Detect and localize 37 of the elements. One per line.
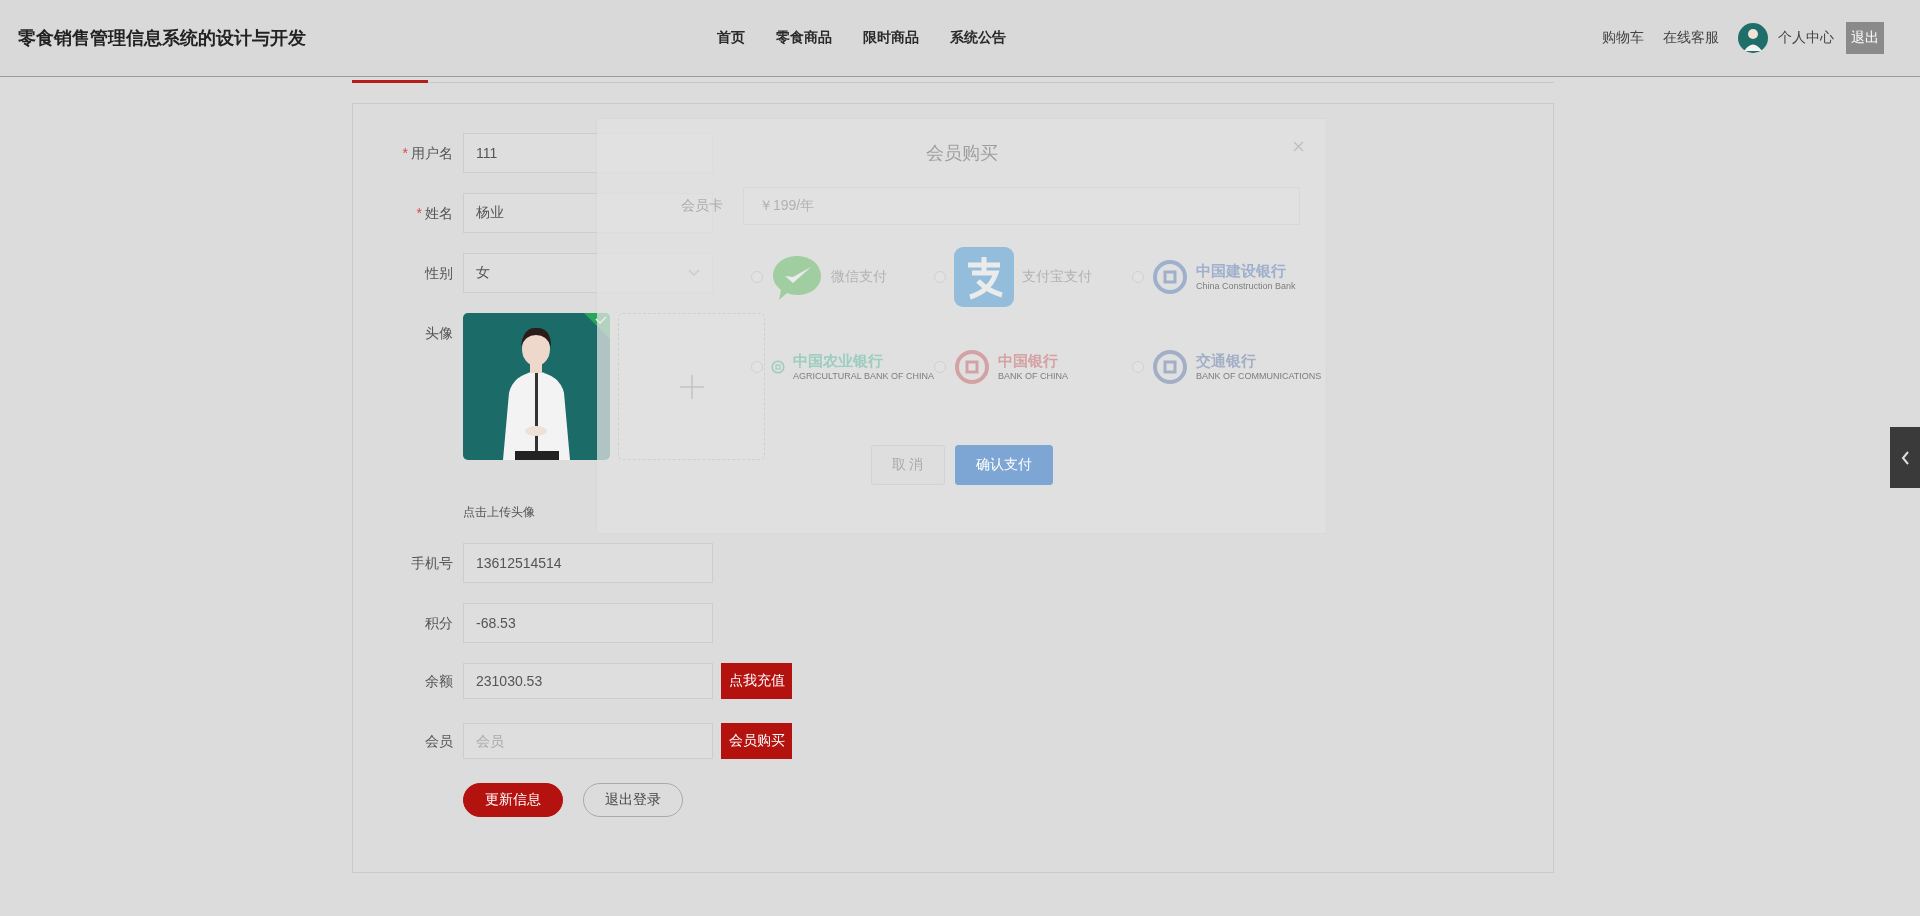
close-icon[interactable] <box>1293 141 1304 152</box>
input-field[interactable]: 231030.53 <box>463 663 713 699</box>
field-label: 手机号 <box>410 554 454 573</box>
bank-subtitle: BANK OF CHINA <box>998 371 1068 381</box>
action-button[interactable]: 点我充值 <box>721 663 792 699</box>
side-toggle[interactable] <box>1890 427 1920 488</box>
field-label: 积分 <box>424 614 454 633</box>
action-button[interactable]: 会员购买 <box>721 723 792 759</box>
header-link[interactable]: 个人中心 <box>1778 29 1834 47</box>
bank-name: 中国银行 <box>998 353 1059 369</box>
logout-button[interactable]: 退出登录 <box>583 783 683 817</box>
nav-link[interactable]: 首页 <box>717 29 745 47</box>
input-field[interactable]: 13612514514 <box>463 543 713 583</box>
bank-subtitle: China Construction Bank <box>1196 281 1296 291</box>
field-label: 头像 <box>424 324 454 343</box>
nav-link[interactable]: 系统公告 <box>950 29 1006 47</box>
update-button[interactable]: 更新信息 <box>463 783 563 817</box>
field-label: 会员 <box>424 732 454 751</box>
chevron-left-icon <box>1900 450 1910 465</box>
header-link[interactable]: 购物车 <box>1602 29 1644 47</box>
nav-link[interactable]: 零食商品 <box>776 29 832 47</box>
dialog-title: 会员购买 <box>924 142 999 165</box>
field-label: * 姓名 <box>415 204 454 223</box>
input-field[interactable]: -68.53 <box>463 603 713 643</box>
bank-subtitle: BANK OF COMMUNICATIONS <box>1196 371 1322 381</box>
field-label: * 用户名 <box>401 144 454 163</box>
bank-name: 交通银行 <box>1196 353 1257 369</box>
nav-link[interactable]: 限时商品 <box>863 29 919 47</box>
header-link[interactable]: 在线客服 <box>1663 29 1719 47</box>
user-avatar[interactable] <box>1738 23 1768 53</box>
field-label: 性别 <box>423 264 454 283</box>
field-label: 余额 <box>424 672 454 691</box>
site-title: 零食销售管理信息系统的设计与开发 <box>18 27 307 50</box>
bank-name: 中国农业银行 <box>792 353 884 369</box>
bank-name: 中国建设银行 <box>1196 263 1287 279</box>
bank-subtitle: AGRICULTURAL BANK OF CHINA <box>792 371 934 381</box>
alipay-logo-icon <box>954 247 1014 307</box>
